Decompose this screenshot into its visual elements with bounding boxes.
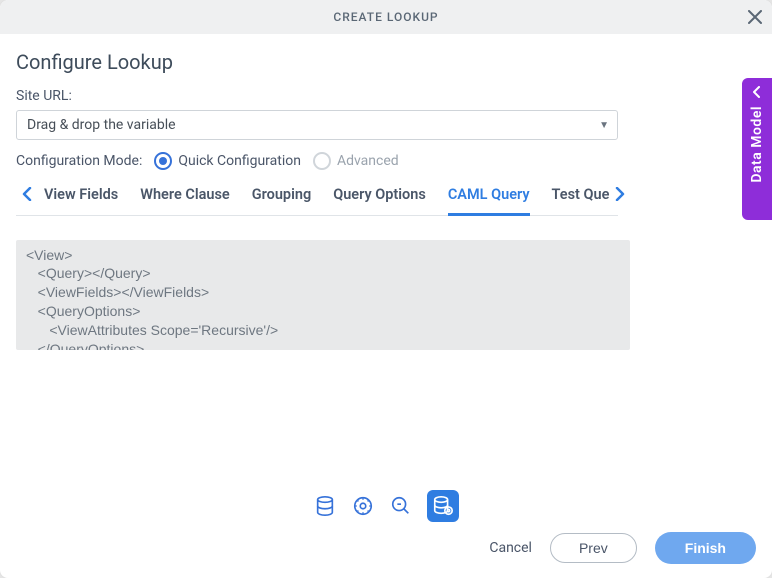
titlebar: CREATE LOOKUP xyxy=(0,0,772,34)
tab-grouping[interactable]: Grouping xyxy=(252,182,311,215)
site-url-dropdown[interactable]: Drag & drop the variable ▼ xyxy=(16,110,618,140)
configuration-mode-label: Configuration Mode: xyxy=(16,153,142,169)
step-database-icon[interactable] xyxy=(313,494,337,518)
close-icon[interactable] xyxy=(748,7,762,27)
caml-query-output[interactable]: <View> <Query></Query> <ViewFields></Vie… xyxy=(16,240,630,350)
tab-test-query[interactable]: Test Que xyxy=(552,182,610,215)
radio-selected-icon xyxy=(154,152,172,170)
radio-quick-configuration[interactable]: Quick Configuration xyxy=(154,152,301,170)
tabs-scroll-left[interactable] xyxy=(16,186,38,211)
site-url-label: Site URL: xyxy=(16,88,756,104)
tab-where-clause[interactable]: Where Clause xyxy=(140,182,230,215)
tabs-container: View Fields Where Clause Grouping Query … xyxy=(16,182,618,216)
tab-view-fields[interactable]: View Fields xyxy=(44,182,118,215)
tabs: View Fields Where Clause Grouping Query … xyxy=(38,182,609,215)
cancel-button[interactable]: Cancel xyxy=(489,540,532,556)
tab-query-options[interactable]: Query Options xyxy=(333,182,426,215)
chevron-left-icon xyxy=(752,86,762,102)
site-url-value: Drag & drop the variable xyxy=(27,117,176,133)
radio-quick-label: Quick Configuration xyxy=(178,153,301,169)
side-panel-toggle[interactable]: Data Model xyxy=(742,78,772,220)
wizard-stepper xyxy=(16,490,756,522)
step-configure-lookup-icon[interactable] xyxy=(427,490,459,522)
titlebar-title: CREATE LOOKUP xyxy=(333,10,438,24)
chevron-down-icon: ▼ xyxy=(599,120,609,131)
radio-unselected-icon xyxy=(313,152,331,170)
step-search-icon[interactable] xyxy=(389,494,413,518)
prev-button[interactable]: Prev xyxy=(550,533,637,563)
dialog-body: Configure Lookup Site URL: Drag & drop t… xyxy=(0,34,772,482)
configuration-mode-row: Configuration Mode: Quick Configuration … xyxy=(16,152,756,170)
step-gear-icon[interactable] xyxy=(351,494,375,518)
dialog-footer: Cancel Prev Finish xyxy=(0,482,772,578)
footer-buttons: Cancel Prev Finish xyxy=(16,532,756,564)
section-heading: Configure Lookup xyxy=(16,50,756,74)
finish-button[interactable]: Finish xyxy=(655,532,756,564)
radio-advanced[interactable]: Advanced xyxy=(313,152,399,170)
dialog-window: CREATE LOOKUP Configure Lookup Site URL:… xyxy=(0,0,772,578)
side-panel-label: Data Model xyxy=(749,106,765,183)
tab-caml-query[interactable]: CAML Query xyxy=(448,182,530,216)
tabs-scroll-right[interactable] xyxy=(609,186,631,211)
radio-advanced-label: Advanced xyxy=(337,153,399,169)
